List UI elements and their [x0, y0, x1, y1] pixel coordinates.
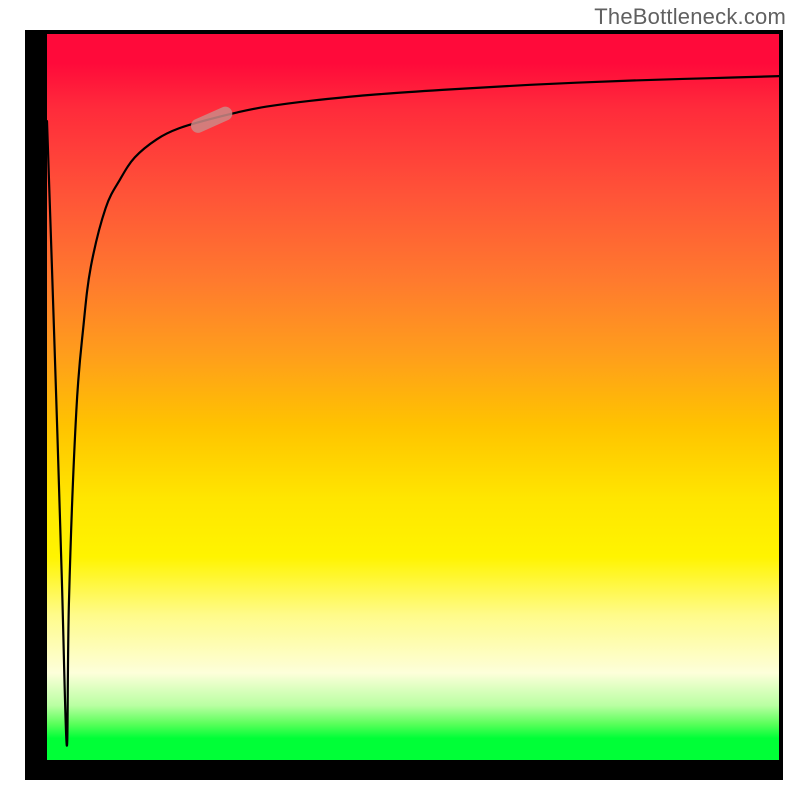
chart-stage: TheBottleneck.com — [0, 0, 800, 800]
plot-area — [47, 34, 779, 760]
watermark-text: TheBottleneck.com — [594, 4, 786, 30]
bottleneck-curve — [47, 76, 779, 746]
plot-outer-frame — [25, 30, 783, 780]
highlight-marker — [189, 104, 235, 135]
curve-layer — [47, 34, 779, 760]
